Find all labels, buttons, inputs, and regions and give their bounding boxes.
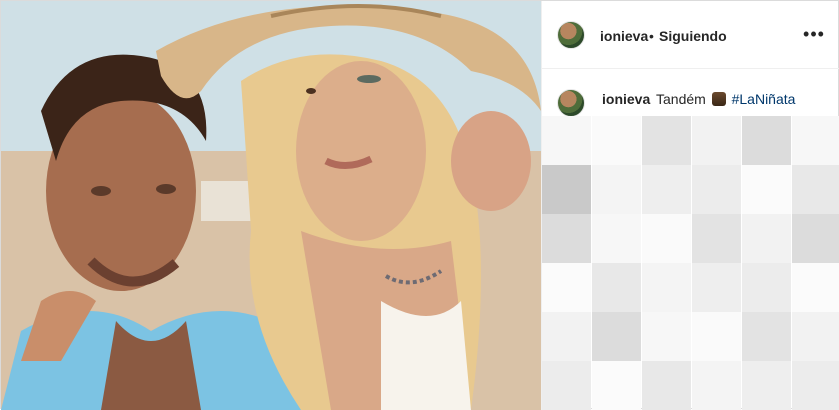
follow-status-button[interactable]: Siguiendo — [659, 28, 727, 44]
pixelated-comments-area — [542, 116, 839, 410]
blur-tile — [692, 165, 741, 214]
blur-tile — [742, 312, 791, 361]
blur-tile — [642, 165, 691, 214]
blur-tile — [742, 214, 791, 263]
blur-tile — [742, 263, 791, 312]
blur-tile — [692, 116, 741, 165]
caption-body: Tandém — [656, 91, 706, 107]
blur-tile — [542, 263, 591, 312]
blur-tile — [692, 263, 741, 312]
blur-tile — [642, 361, 691, 410]
blur-tile — [692, 214, 741, 263]
blur-tile — [542, 165, 591, 214]
blur-tile — [792, 214, 839, 263]
comment-username[interactable]: ionieva — [602, 91, 650, 107]
blur-tile — [642, 116, 691, 165]
blur-tile — [742, 116, 791, 165]
post-photo[interactable] — [1, 1, 541, 410]
photo-illustration — [1, 1, 541, 410]
blur-tile — [542, 116, 591, 165]
more-options-icon[interactable]: ••• — [802, 23, 826, 47]
separator-dot: • — [649, 28, 654, 44]
caption-text: Tandém #LaNiñata — [656, 91, 795, 107]
blur-tile — [542, 361, 591, 410]
blur-tile — [592, 263, 641, 312]
blur-tile — [792, 263, 839, 312]
post-side-panel: ionieva • Siguiendo ••• ionieva Tandém #… — [541, 1, 839, 410]
blur-tile — [592, 361, 641, 410]
comment-avatar[interactable] — [557, 89, 585, 117]
blur-tile — [592, 165, 641, 214]
blur-tile — [592, 214, 641, 263]
hashtag-link[interactable]: #LaNiñata — [732, 91, 796, 107]
blur-tile — [642, 263, 691, 312]
blur-tile — [592, 116, 641, 165]
blur-tile — [792, 116, 839, 165]
blur-tile — [742, 361, 791, 410]
blur-tile — [642, 214, 691, 263]
blur-tile — [542, 312, 591, 361]
post-header: ionieva • Siguiendo ••• — [542, 1, 839, 69]
instagram-post: ionieva • Siguiendo ••• ionieva Tandém #… — [0, 0, 839, 410]
blur-tile — [742, 165, 791, 214]
blur-tile — [642, 312, 691, 361]
blur-tile — [692, 312, 741, 361]
avatar[interactable] — [557, 21, 585, 49]
two-people-emoji-icon — [711, 92, 726, 106]
blur-tile — [792, 361, 839, 410]
blur-tile — [542, 214, 591, 263]
header-username[interactable]: ionieva — [600, 28, 648, 44]
blur-tile — [592, 312, 641, 361]
blur-tile — [792, 165, 839, 214]
blur-tile — [692, 361, 741, 410]
blur-tile — [792, 312, 839, 361]
